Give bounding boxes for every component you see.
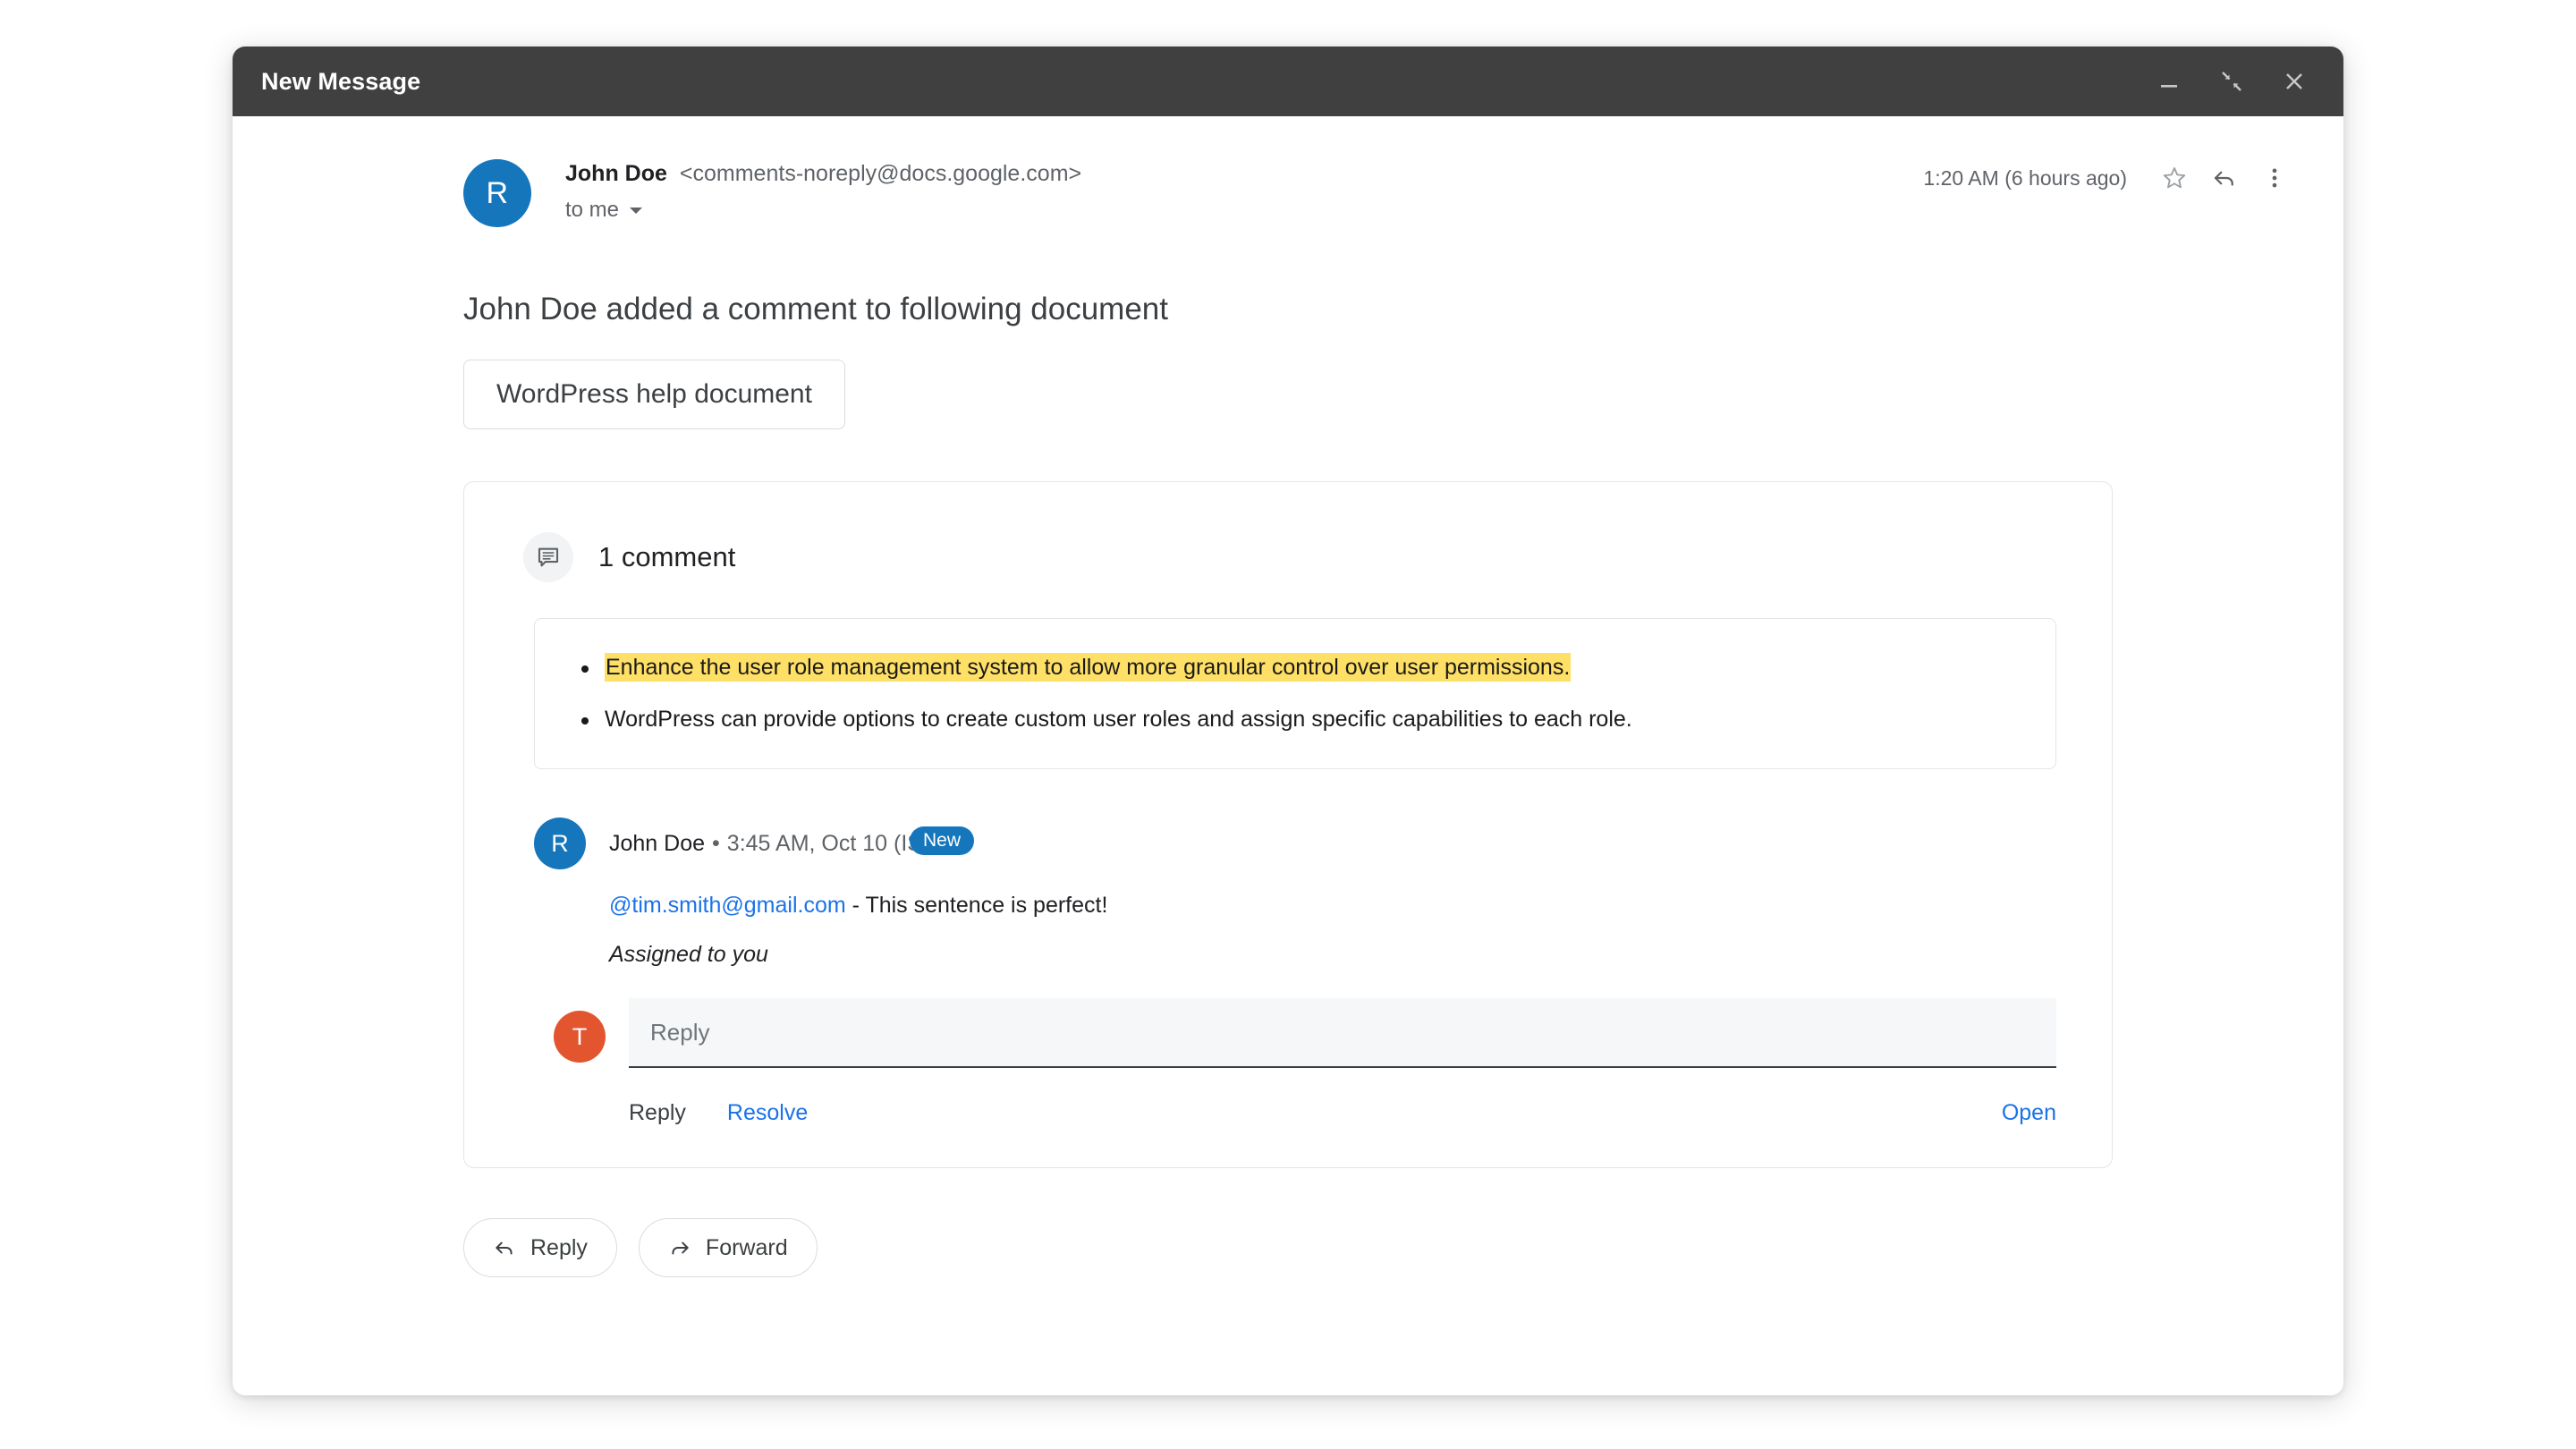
- comment-timestamp: 3:45 AM, Oct 10 (IST: [726, 830, 936, 856]
- message-meta: 1:20 AM (6 hours ago): [1923, 163, 2290, 193]
- sender-details: John Doe <comments-noreply@docs.google.c…: [565, 157, 1081, 223]
- resolve-link[interactable]: Resolve: [727, 1100, 808, 1126]
- comment-author-meta: John Doe • 3:45 AM, Oct 10 (IST New: [609, 826, 975, 857]
- comment-body: @tim.smith@gmail.com - This sentence is …: [609, 893, 2056, 919]
- forward-button[interactable]: Forward: [638, 1218, 818, 1277]
- minimize-button[interactable]: [2154, 66, 2184, 97]
- reply-button[interactable]: Reply: [463, 1218, 617, 1277]
- quoted-content-box: Enhance the user role management system …: [534, 618, 2056, 769]
- sender-email: <comments-noreply@docs.google.com>: [679, 161, 1082, 186]
- more-options-icon[interactable]: [2259, 163, 2290, 193]
- sender-avatar: R: [463, 159, 531, 227]
- quoted-list-item: Enhance the user role management system …: [571, 651, 2020, 685]
- close-button[interactable]: [2279, 66, 2309, 97]
- comment-bubble-icon: [523, 532, 573, 582]
- comment-count-label: 1 comment: [598, 541, 736, 572]
- forward-button-label: Forward: [705, 1234, 788, 1260]
- reply-icon[interactable]: [2209, 163, 2240, 193]
- quoted-text: WordPress can provide options to create …: [605, 706, 1632, 732]
- reply-link[interactable]: Reply: [629, 1100, 686, 1126]
- star-icon[interactable]: [2159, 163, 2190, 193]
- sender-identity-line: John Doe <comments-noreply@docs.google.c…: [565, 161, 1081, 187]
- message-actions: [2159, 163, 2290, 193]
- new-message-window: New Message R John Doe <comments-noreply…: [233, 47, 2343, 1395]
- forward-arrow-icon: [672, 1241, 689, 1255]
- exit-fullscreen-button[interactable]: [2216, 66, 2247, 97]
- window-titlebar: New Message: [233, 47, 2343, 116]
- message-subject: John Doe added a comment to following do…: [463, 292, 1168, 326]
- sender-header: R John Doe <comments-noreply@docs.google…: [286, 157, 2290, 243]
- window-title: New Message: [261, 67, 421, 95]
- comment-panel: 1 comment Enhance the user role manageme…: [463, 481, 2113, 1168]
- status-badge: New: [910, 826, 975, 855]
- mention-link[interactable]: @tim.smith@gmail.com: [609, 893, 846, 918]
- comment-author-avatar: R: [534, 818, 586, 869]
- comment-author-row: R John Doe • 3:45 AM, Oct 10 (IST New: [534, 818, 2056, 869]
- recipient-line[interactable]: to me: [565, 198, 1081, 223]
- window-controls: [2154, 66, 2315, 97]
- reply-arrow-icon: [496, 1241, 513, 1255]
- comment-count-row: 1 comment: [464, 532, 2112, 582]
- message-timestamp: 1:20 AM (6 hours ago): [1923, 165, 2127, 190]
- footer-buttons: Reply Forward: [463, 1218, 2290, 1277]
- screenshot-root: New Message R John Doe <comments-noreply…: [0, 0, 2576, 1449]
- reply-row: T Reply: [554, 998, 2056, 1068]
- reply-button-label: Reply: [530, 1234, 588, 1260]
- chevron-down-icon[interactable]: [630, 207, 643, 214]
- open-link[interactable]: Open: [2002, 1100, 2056, 1126]
- current-user-avatar: T: [554, 1011, 606, 1063]
- document-chip[interactable]: WordPress help document: [463, 360, 845, 429]
- sender-name: John Doe: [565, 161, 667, 186]
- meta-separator: •: [712, 830, 720, 856]
- recipient-label: to me: [565, 198, 620, 222]
- quoted-list-item: WordPress can provide options to create …: [571, 703, 2020, 737]
- comment-author-name: John Doe: [609, 830, 706, 856]
- quoted-list: Enhance the user role management system …: [571, 651, 2020, 736]
- reply-input[interactable]: Reply: [629, 998, 2056, 1068]
- comment-entry: R John Doe • 3:45 AM, Oct 10 (IST New @tim…: [534, 818, 2056, 1126]
- message-body: R John Doe <comments-noreply@docs.google…: [233, 116, 2343, 1395]
- comment-action-links: Reply Resolve Open: [629, 1100, 2056, 1126]
- comment-body-text: - This sentence is perfect!: [845, 893, 1108, 918]
- highlighted-text: Enhance the user role management system …: [605, 653, 1572, 682]
- assigned-note: Assigned to you: [609, 942, 768, 967]
